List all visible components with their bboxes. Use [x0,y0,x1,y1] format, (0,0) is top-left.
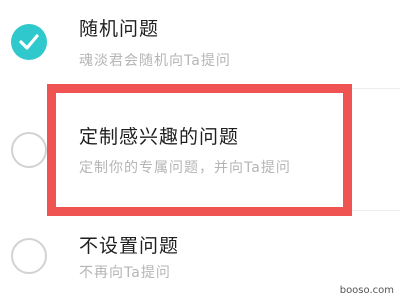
option-subtitle: 定制你的专属问题，并向Ta提问 [79,160,291,176]
radio-unselected[interactable] [11,238,47,274]
option-title: 随机问题 [79,18,160,40]
divider [79,210,400,211]
divider [79,88,400,89]
option-custom-question[interactable]: 定制感兴趣的问题 定制你的专属问题，并向Ta提问 [0,100,400,210]
option-subtitle: 不再向Ta提问 [79,265,171,281]
option-title: 不设置问题 [79,235,180,257]
watermark: booso.com [339,285,394,296]
option-random-question[interactable]: 随机问题 魂淡君会随机向Ta提问 [0,0,400,84]
radio-unselected[interactable] [11,132,47,168]
option-subtitle: 魂淡君会随机向Ta提问 [79,53,231,69]
option-title: 定制感兴趣的问题 [79,126,240,148]
check-icon [19,34,39,50]
radio-selected[interactable] [11,24,47,60]
